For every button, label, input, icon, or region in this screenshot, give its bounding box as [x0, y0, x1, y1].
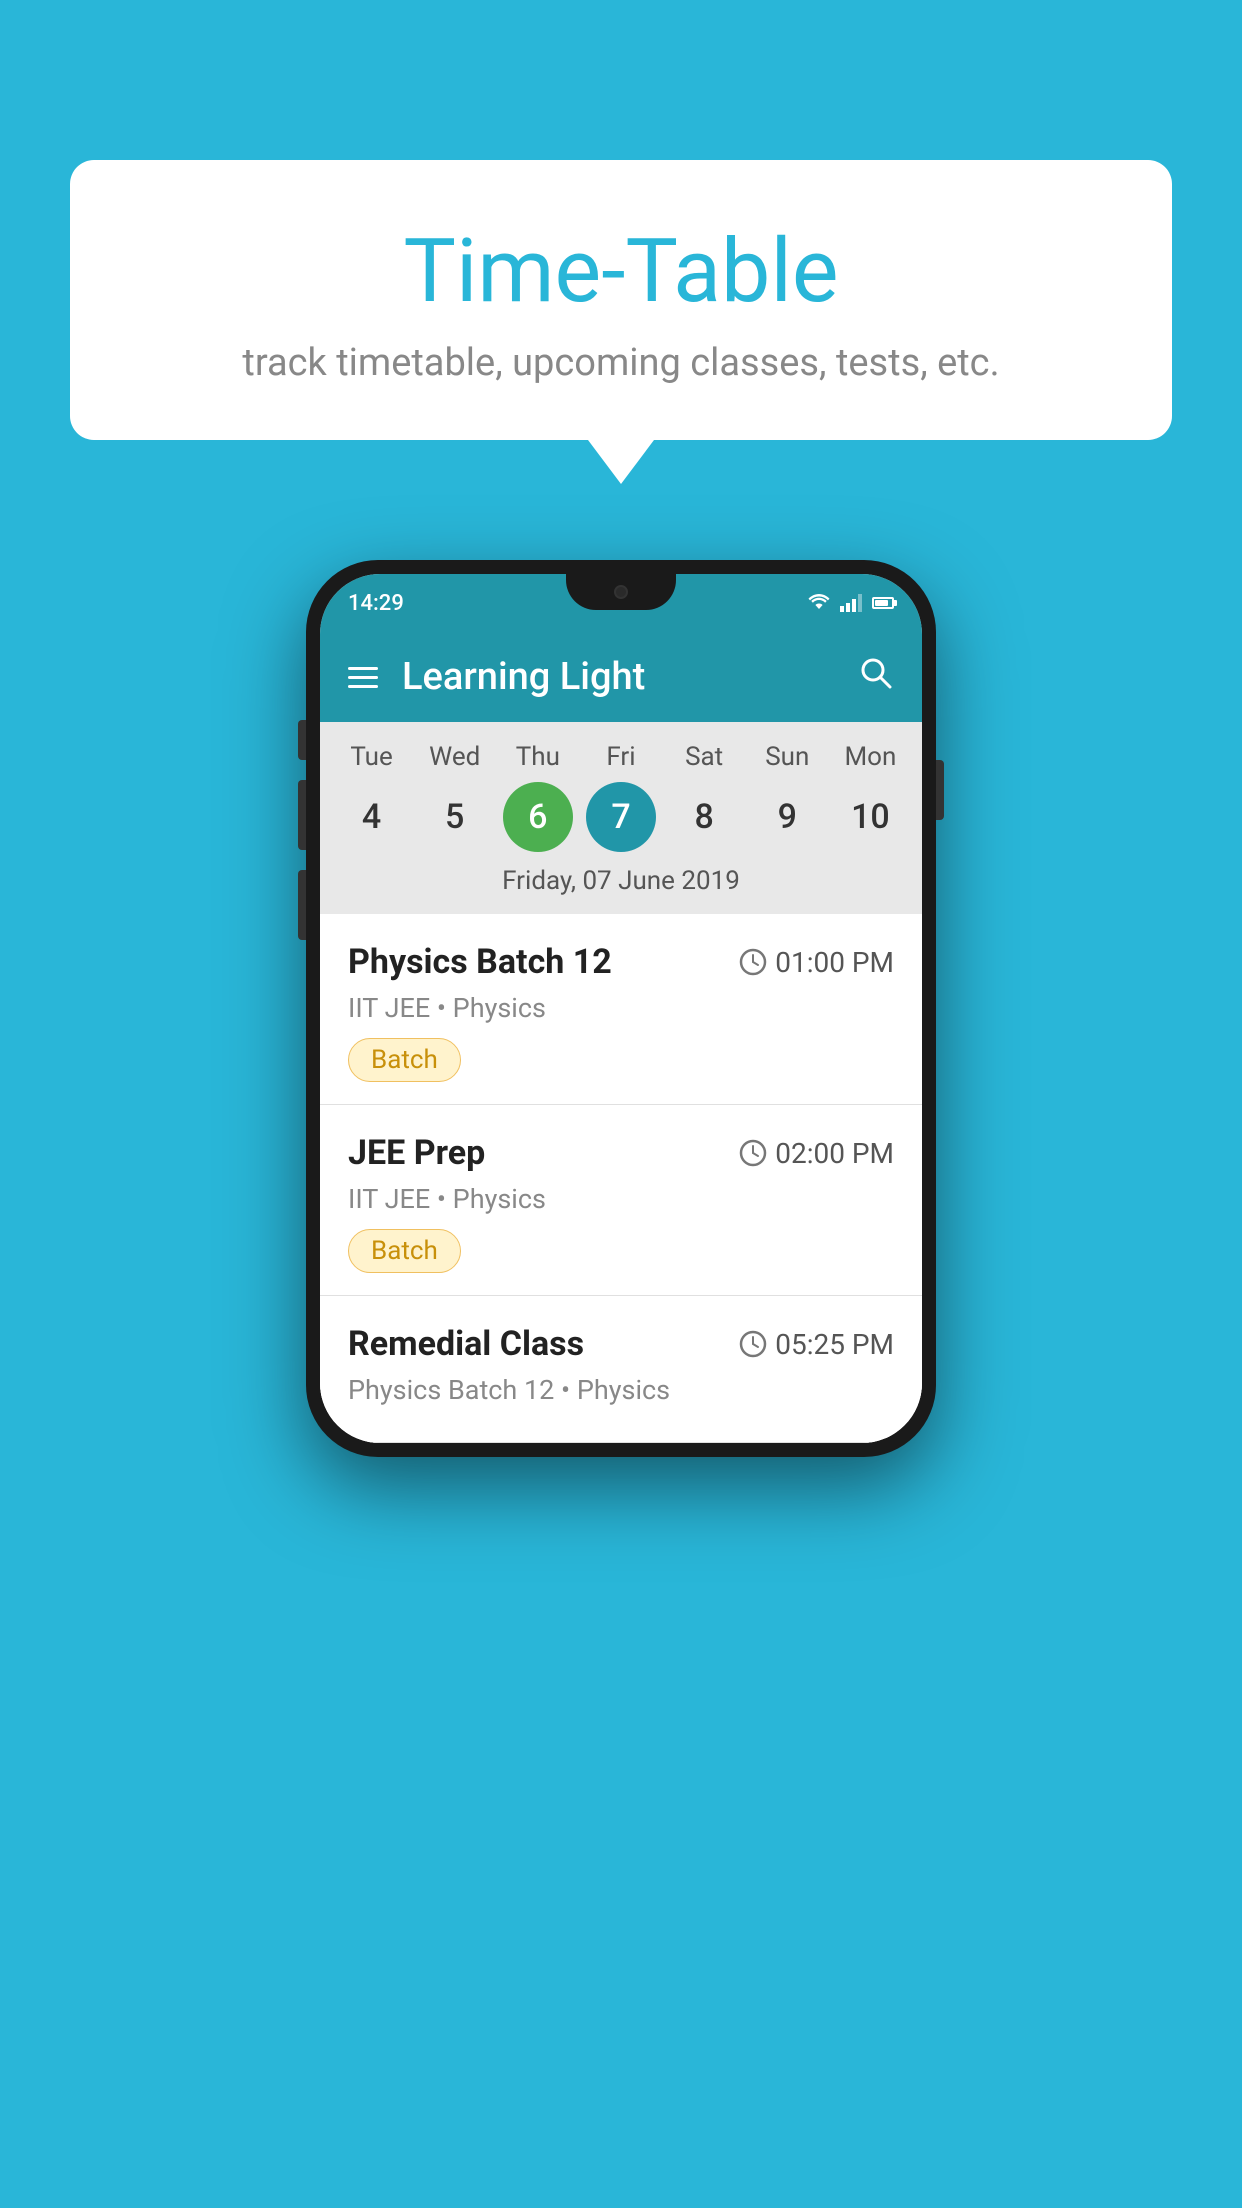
class-time-text-3: 05:25 PM	[775, 1328, 894, 1361]
day-4[interactable]: 4	[337, 782, 407, 852]
volume-down-button	[298, 870, 306, 940]
clock-icon-3	[739, 1330, 767, 1358]
signal-icon	[840, 594, 862, 612]
status-icons	[808, 593, 894, 614]
class-item-1[interactable]: Physics Batch 12 01:00 PM IIT JEE • Phys…	[320, 914, 922, 1105]
volume-up-button	[298, 780, 306, 850]
power-button	[936, 760, 944, 820]
class-time-3: 05:25 PM	[739, 1328, 894, 1361]
class-time-2: 02:00 PM	[739, 1137, 894, 1170]
app-title: Learning Light	[402, 655, 645, 699]
class-header-row-3: Remedial Class 05:25 PM	[348, 1324, 894, 1364]
day-5[interactable]: 5	[420, 782, 490, 852]
silent-button	[298, 720, 306, 760]
day-header-sun: Sun	[752, 742, 822, 772]
phone-device: 14:29	[306, 560, 936, 1457]
calendar-strip: Tue Wed Thu Fri Sat Sun Mon 4 5 6 7 8 9 …	[320, 722, 922, 914]
wifi-icon	[808, 593, 830, 614]
bubble-subtitle: track timetable, upcoming classes, tests…	[110, 341, 1132, 385]
speech-bubble-container: Time-Table track timetable, upcoming cla…	[70, 160, 1172, 440]
day-headers: Tue Wed Thu Fri Sat Sun Mon	[320, 742, 922, 772]
day-header-tue: Tue	[337, 742, 407, 772]
header-left: Learning Light	[348, 655, 645, 699]
day-numbers: 4 5 6 7 8 9 10	[320, 782, 922, 852]
day-10[interactable]: 10	[835, 782, 905, 852]
bubble-title: Time-Table	[110, 220, 1132, 323]
day-9[interactable]: 9	[752, 782, 822, 852]
class-subtitle-2: IIT JEE • Physics	[348, 1183, 894, 1215]
clock-icon-2	[739, 1139, 767, 1167]
day-header-thu: Thu	[503, 742, 573, 772]
class-header-row-2: JEE Prep 02:00 PM	[348, 1133, 894, 1173]
app-header: Learning Light	[320, 632, 922, 722]
day-header-mon: Mon	[835, 742, 905, 772]
notch	[566, 574, 676, 610]
day-header-fri: Fri	[586, 742, 656, 772]
hamburger-menu-icon[interactable]	[348, 667, 378, 688]
class-time-text-1: 01:00 PM	[775, 946, 894, 979]
classes-list: Physics Batch 12 01:00 PM IIT JEE • Phys…	[320, 914, 922, 1443]
search-button[interactable]	[858, 655, 894, 700]
battery-icon	[872, 597, 894, 609]
class-item-2[interactable]: JEE Prep 02:00 PM IIT JEE • Physics Batc…	[320, 1105, 922, 1296]
day-header-sat: Sat	[669, 742, 739, 772]
class-item-3[interactable]: Remedial Class 05:25 PM Physics Batch 12…	[320, 1296, 922, 1443]
batch-badge-1: Batch	[348, 1038, 461, 1082]
class-name-1: Physics Batch 12	[348, 942, 612, 982]
class-subtitle-1: IIT JEE • Physics	[348, 992, 894, 1024]
phone-outer: 14:29	[306, 560, 936, 1457]
class-name-2: JEE Prep	[348, 1133, 485, 1173]
speech-bubble: Time-Table track timetable, upcoming cla…	[70, 160, 1172, 440]
phone-screen: 14:29	[320, 574, 922, 1443]
clock-icon-1	[739, 948, 767, 976]
status-bar: 14:29	[320, 574, 922, 632]
status-time: 14:29	[348, 591, 404, 616]
day-6-today[interactable]: 6	[503, 782, 573, 852]
front-camera	[614, 585, 628, 599]
class-name-3: Remedial Class	[348, 1324, 584, 1364]
class-time-text-2: 02:00 PM	[775, 1137, 894, 1170]
day-8[interactable]: 8	[669, 782, 739, 852]
class-subtitle-3: Physics Batch 12 • Physics	[348, 1374, 894, 1406]
class-header-row-1: Physics Batch 12 01:00 PM	[348, 942, 894, 982]
class-time-1: 01:00 PM	[739, 946, 894, 979]
day-header-wed: Wed	[420, 742, 490, 772]
selected-date-label: Friday, 07 June 2019	[320, 852, 922, 904]
batch-badge-2: Batch	[348, 1229, 461, 1273]
day-7-selected[interactable]: 7	[586, 782, 656, 852]
